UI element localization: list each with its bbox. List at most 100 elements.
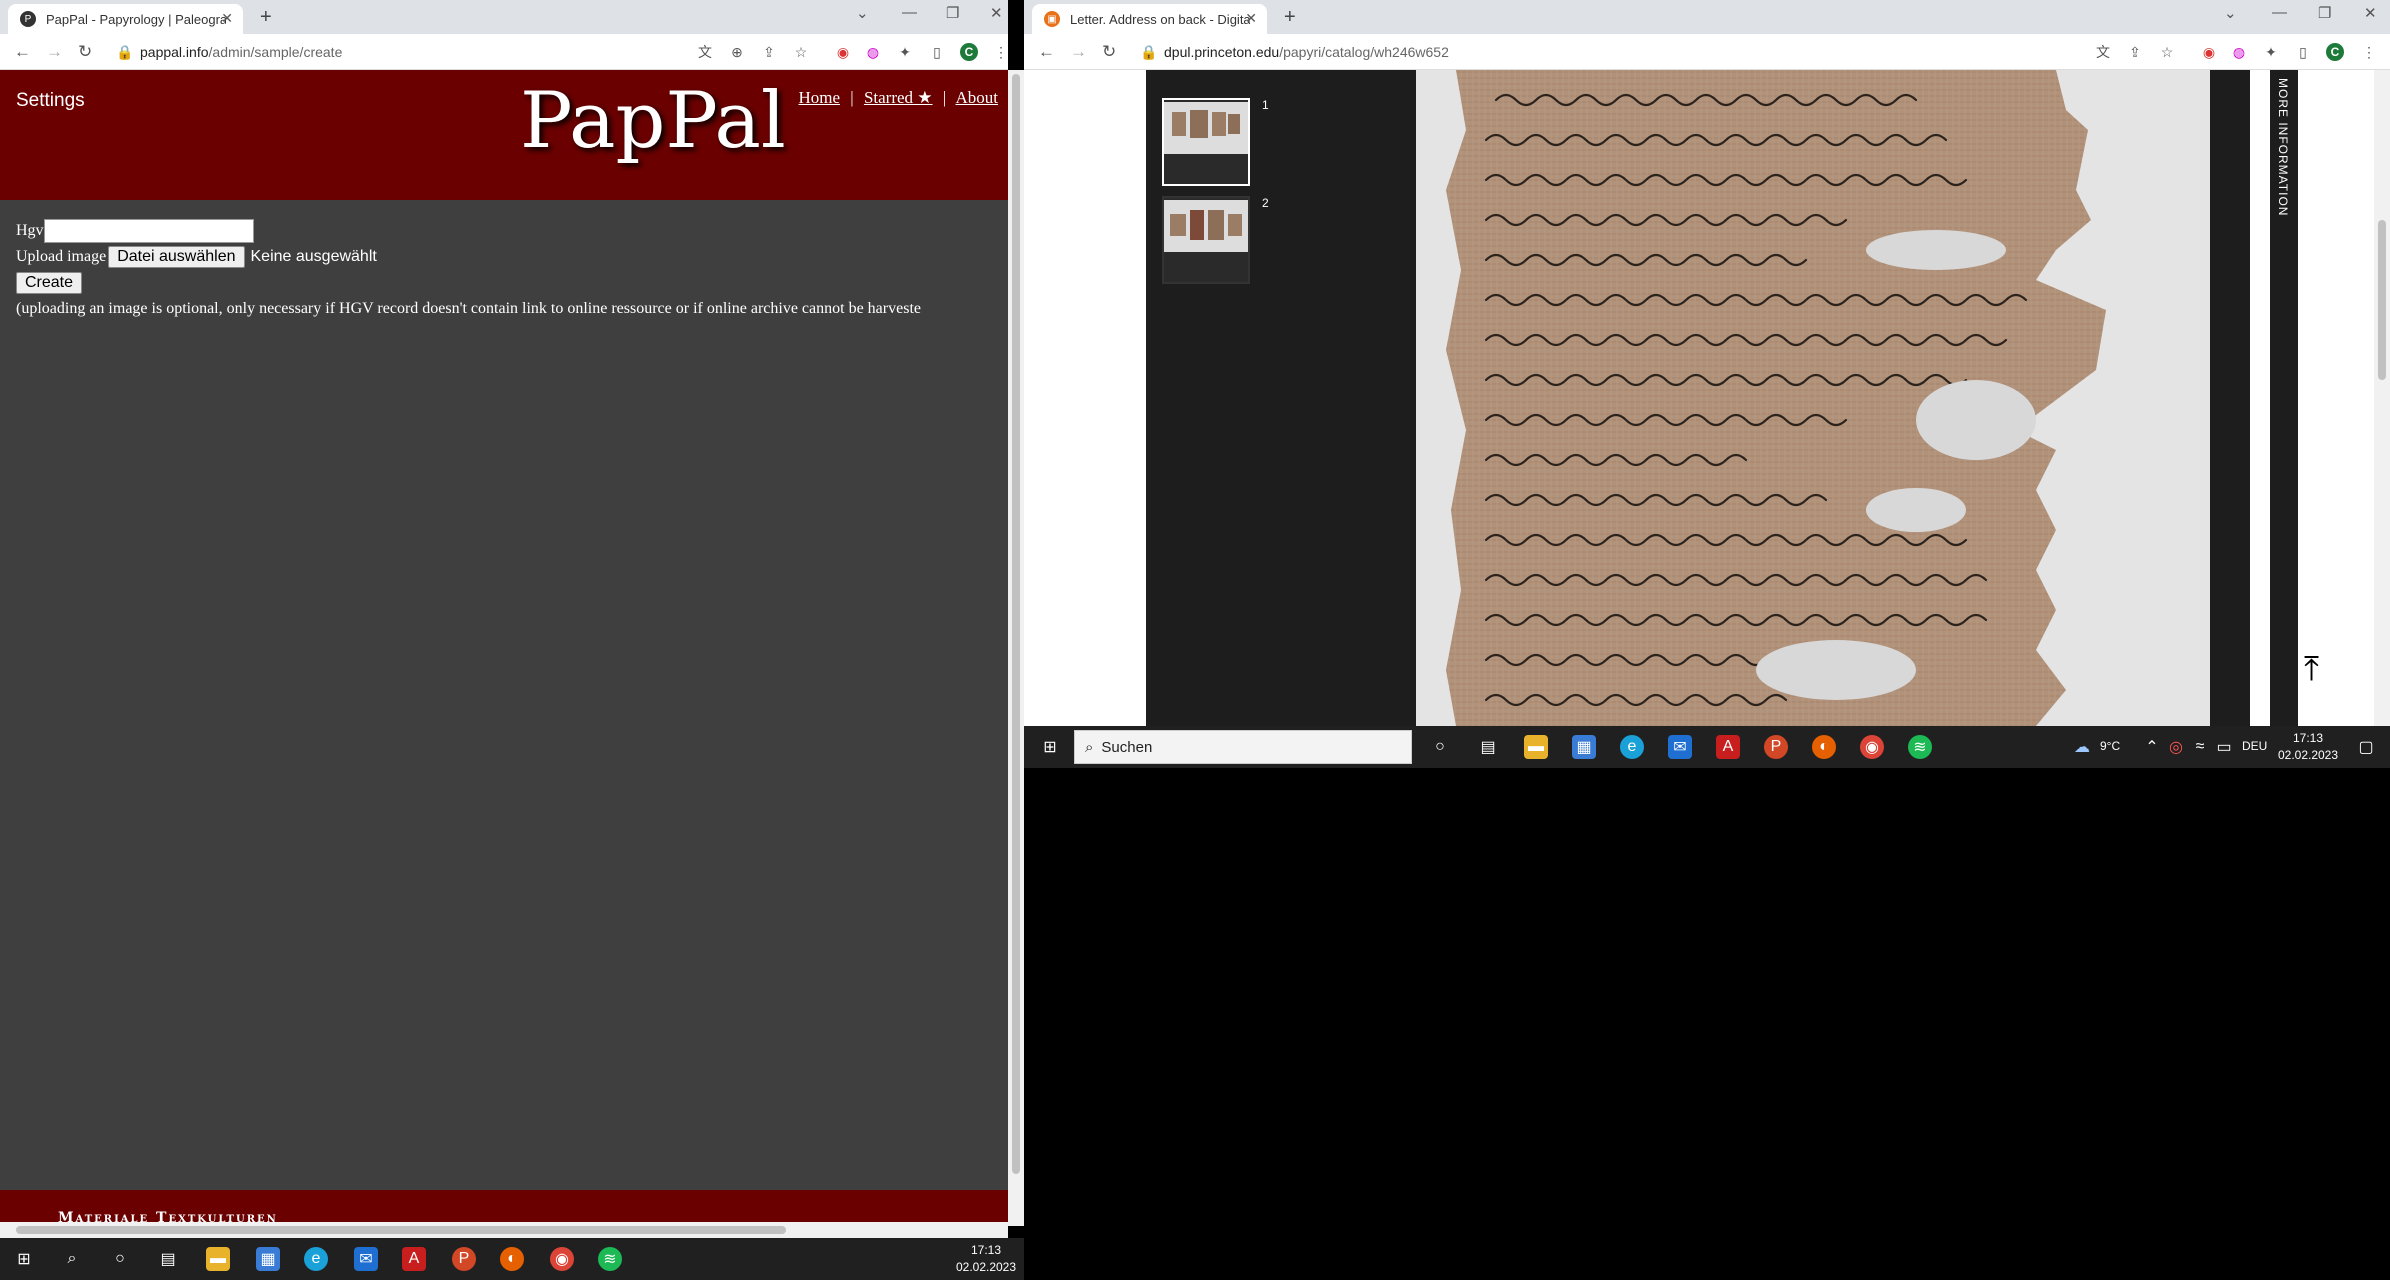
- bookmark-star-icon[interactable]: ☆: [792, 43, 810, 61]
- firefox-icon[interactable]: ◐: [1812, 735, 1836, 759]
- tray-chevron-icon[interactable]: ⌃: [2140, 735, 2164, 759]
- store-icon[interactable]: ▦: [1572, 735, 1596, 759]
- restore-icon[interactable]: ❐: [2318, 4, 2331, 22]
- translate-icon[interactable]: 文: [2094, 43, 2112, 61]
- back-icon[interactable]: ←: [14, 42, 31, 62]
- back-to-top-icon[interactable]: ⤒: [2304, 650, 2319, 689]
- search-icon[interactable]: ⌕: [60, 1247, 84, 1271]
- extension-purple-icon[interactable]: ◍: [864, 43, 882, 61]
- lock-icon[interactable]: 🔒: [1140, 43, 1158, 61]
- back-icon[interactable]: ←: [1038, 42, 1055, 62]
- zoom-icon[interactable]: ⊕: [728, 43, 746, 61]
- acrobat-icon[interactable]: A: [1716, 735, 1740, 759]
- reload-icon[interactable]: ↻: [1102, 42, 1116, 62]
- taskbar-search-box[interactable]: ⌕ Suchen: [1074, 730, 1412, 764]
- store-icon[interactable]: ▦: [256, 1247, 280, 1271]
- left-horizontal-scrollbar[interactable]: [0, 1222, 1008, 1238]
- reload-icon[interactable]: ↻: [78, 42, 92, 62]
- thumbnail-page-2[interactable]: [1162, 196, 1250, 284]
- translate-icon[interactable]: 文: [696, 43, 714, 61]
- left-hscroll-thumb[interactable]: [16, 1226, 786, 1234]
- edge-icon[interactable]: e: [1620, 735, 1644, 759]
- weather-cloud-icon[interactable]: ☁: [2070, 735, 2094, 759]
- site-logo[interactable]: PapPal: [520, 76, 786, 166]
- cortana-icon[interactable]: ○: [1428, 735, 1452, 759]
- right-vertical-scrollbar[interactable]: [2374, 70, 2390, 726]
- papyrus-image[interactable]: [1416, 70, 2210, 726]
- forward-icon[interactable]: →: [46, 42, 63, 62]
- new-tab-icon[interactable]: +: [1284, 6, 1296, 29]
- extension-red-icon[interactable]: ◉: [834, 43, 852, 61]
- left-address-bar[interactable]: pappal.info/admin/sample/create: [140, 44, 342, 60]
- battery-icon[interactable]: ▭: [2212, 735, 2236, 759]
- tab-search-icon[interactable]: ⌄: [856, 4, 869, 22]
- mail-icon[interactable]: ✉: [1668, 735, 1692, 759]
- edge-icon[interactable]: e: [304, 1247, 328, 1271]
- choose-file-button[interactable]: Datei auswählen: [108, 246, 245, 268]
- cortana-icon[interactable]: ○: [108, 1247, 132, 1271]
- language-indicator[interactable]: DEU: [2242, 738, 2267, 755]
- create-button[interactable]: Create: [16, 272, 83, 294]
- firefox-icon[interactable]: ◐: [500, 1247, 524, 1271]
- windows-start-icon[interactable]: ⊞: [1038, 735, 1062, 759]
- right-active-tab[interactable]: ▣ Letter. Address on back - Digital ✕: [1032, 4, 1267, 34]
- right-taskbar: ⊞ ⌕ Suchen ○ ▤ ▬ ▦ e ✉ A P ◐ ◉ ≋ ☁ 9°C ⌃…: [1024, 726, 2390, 768]
- tab-search-icon[interactable]: ⌄: [2224, 4, 2237, 22]
- chrome-icon[interactable]: ◉: [550, 1247, 574, 1271]
- new-tab-icon[interactable]: +: [260, 6, 272, 29]
- nav-starred-link[interactable]: Starred ★: [864, 88, 933, 107]
- extensions-puzzle-icon[interactable]: ✦: [2262, 43, 2280, 61]
- taskbar-clock[interactable]: 17:13 02.02.2023: [2276, 730, 2340, 764]
- menu-kebab-icon[interactable]: ⋮: [992, 43, 1010, 61]
- left-active-tab[interactable]: P PapPal - Papyrology | Paleograph ✕: [8, 4, 243, 34]
- forward-icon[interactable]: →: [1070, 42, 1087, 62]
- tray-app-icon[interactable]: ◎: [2164, 735, 2188, 759]
- share-icon[interactable]: ⇪: [2126, 43, 2144, 61]
- hgv-input[interactable]: [43, 219, 254, 243]
- task-view-icon[interactable]: ▤: [1476, 735, 1500, 759]
- side-panel-icon[interactable]: ▯: [2294, 43, 2312, 61]
- share-icon[interactable]: ⇪: [760, 43, 778, 61]
- minimize-icon[interactable]: —: [902, 4, 917, 21]
- extension-purple-icon[interactable]: ◍: [2230, 43, 2248, 61]
- lock-icon[interactable]: 🔒: [116, 43, 134, 61]
- side-panel-icon[interactable]: ▯: [928, 43, 946, 61]
- restore-icon[interactable]: ❐: [946, 4, 959, 22]
- powerpoint-icon[interactable]: P: [452, 1247, 476, 1271]
- file-explorer-icon[interactable]: ▬: [206, 1247, 230, 1271]
- more-information-panel-toggle[interactable]: MORE INFORMATION: [2270, 70, 2298, 726]
- task-view-icon[interactable]: ▤: [156, 1247, 180, 1271]
- minimize-icon[interactable]: —: [2272, 4, 2287, 21]
- spotify-icon[interactable]: ≋: [598, 1247, 622, 1271]
- nav-about-link[interactable]: About: [956, 88, 999, 107]
- file-explorer-icon[interactable]: ▬: [1524, 735, 1548, 759]
- extensions-puzzle-icon[interactable]: ✦: [896, 43, 914, 61]
- nav-home-link[interactable]: Home: [798, 88, 840, 107]
- notifications-icon[interactable]: ▢: [2354, 735, 2378, 759]
- extension-red-icon[interactable]: ◉: [2200, 43, 2218, 61]
- thumbnail-page-1[interactable]: [1162, 98, 1250, 186]
- profile-avatar[interactable]: C: [960, 43, 978, 61]
- search-placeholder: Suchen: [1101, 738, 1153, 756]
- bookmark-star-icon[interactable]: ☆: [2158, 43, 2176, 61]
- wifi-icon[interactable]: ≈: [2188, 735, 2212, 759]
- right-address-bar[interactable]: dpul.princeton.edu/papyri/catalog/wh246w…: [1164, 44, 1449, 60]
- chrome-icon[interactable]: ◉: [1860, 735, 1884, 759]
- mail-icon[interactable]: ✉: [354, 1247, 378, 1271]
- left-vertical-scrollbar[interactable]: [1008, 70, 1024, 1226]
- close-window-icon[interactable]: ✕: [990, 4, 1003, 22]
- taskbar-clock[interactable]: 17:13 02.02.2023: [954, 1242, 1018, 1276]
- close-tab-icon[interactable]: ✕: [221, 10, 233, 27]
- menu-kebab-icon[interactable]: ⋮: [2360, 43, 2378, 61]
- settings-link[interactable]: Settings: [16, 90, 85, 112]
- close-window-icon[interactable]: ✕: [2364, 4, 2377, 22]
- powerpoint-icon[interactable]: P: [1764, 735, 1788, 759]
- profile-avatar[interactable]: C: [2326, 43, 2344, 61]
- spotify-icon[interactable]: ≋: [1908, 735, 1932, 759]
- close-tab-icon[interactable]: ✕: [1245, 10, 1257, 27]
- weather-temp[interactable]: 9°C: [2100, 738, 2120, 755]
- right-scroll-thumb[interactable]: [2378, 220, 2386, 380]
- left-scroll-thumb[interactable]: [1012, 74, 1020, 1174]
- windows-start-icon[interactable]: ⊞: [12, 1247, 36, 1271]
- acrobat-icon[interactable]: A: [402, 1247, 426, 1271]
